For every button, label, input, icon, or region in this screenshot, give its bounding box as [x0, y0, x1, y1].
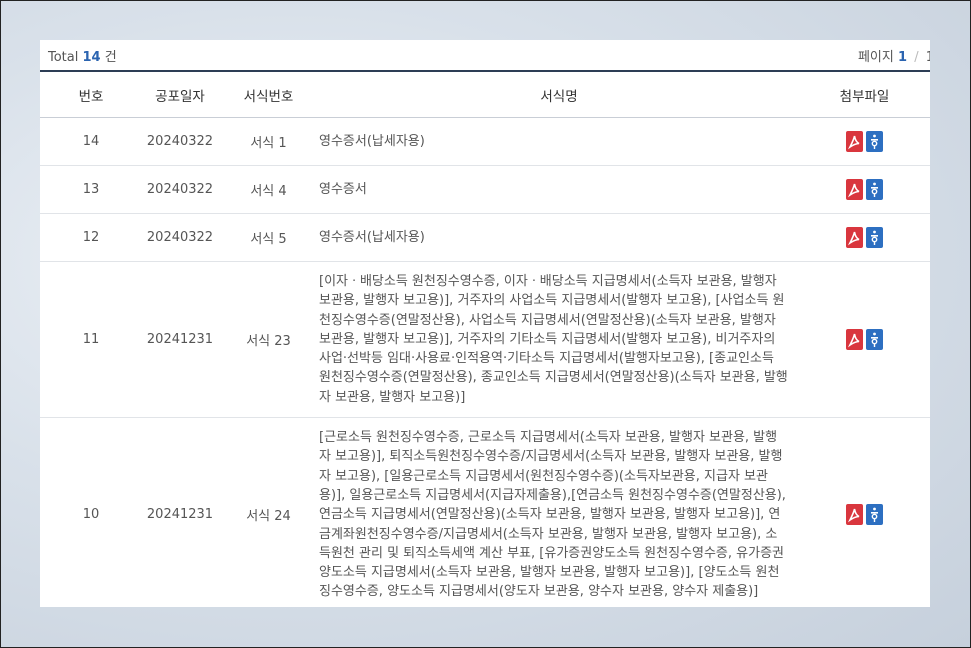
row-form-name[interactable]: 영수증서(납세자용) [319, 117, 799, 166]
total-count: Total 14 건 [48, 49, 117, 65]
pdf-file-icon[interactable] [846, 227, 863, 248]
table-header-row: 번호 공포일자 서식번호 서식명 첨부파일 [40, 70, 930, 118]
row-date: 20241231 [142, 261, 218, 419]
pdf-file-icon[interactable] [846, 329, 863, 351]
row-number: 10 [40, 417, 142, 607]
row-form-number: 서식 5 [218, 213, 319, 262]
row-form-number: 서식 24 [218, 417, 319, 607]
page-indicator: 페이지 1 / 1 [857, 49, 930, 65]
row-attachments [799, 213, 930, 262]
row-date: 20241231 [142, 417, 218, 607]
row-date: 20240322 [142, 165, 218, 214]
table-row[interactable]: 12 20240322 서식 5 영수증서(납세자용) [40, 213, 930, 262]
pdf-file-icon[interactable] [846, 504, 863, 526]
hwp-file-icon[interactable] [866, 131, 883, 152]
hwp-file-icon[interactable] [866, 329, 883, 351]
table-row[interactable]: 14 20240322 서식 1 영수증서(납세자용) [40, 117, 930, 166]
forms-table: 번호 공포일자 서식번호 서식명 첨부파일 14 20240322 서식 1 영수증서… [40, 70, 930, 607]
row-date: 20240322 [142, 213, 218, 262]
header-form-number: 서식번호 [218, 70, 319, 118]
hwp-file-icon[interactable] [866, 227, 883, 248]
row-attachments [799, 117, 930, 166]
row-form-number: 서식 1 [218, 117, 319, 166]
row-attachments [799, 417, 930, 607]
header-number: 번호 [40, 70, 142, 118]
row-number: 14 [40, 117, 142, 166]
row-number: 12 [40, 213, 142, 262]
hwp-file-icon[interactable] [866, 504, 883, 526]
form-list-panel: Total 14 건 페이지 1 / 1 번호 공포일자 서식번호 서식명 첨부… [40, 40, 930, 607]
header-attachment: 첨부파일 [799, 70, 930, 118]
row-form-name[interactable]: 영수증서 [319, 165, 799, 214]
header-date: 공포일자 [142, 70, 218, 118]
row-form-name[interactable]: 영수증서(납세자용) [319, 213, 799, 262]
row-form-name[interactable]: [근로소득 원천징수영수증, 근로소득 지급명세서(소득자 보관용, 발행자 보… [319, 417, 799, 607]
row-number: 11 [40, 261, 142, 419]
pdf-file-icon[interactable] [846, 179, 863, 200]
list-summary-bar: Total 14 건 페이지 1 / 1 [40, 40, 930, 70]
row-attachments [799, 261, 930, 419]
hwp-file-icon[interactable] [866, 179, 883, 200]
pdf-file-icon[interactable] [846, 131, 863, 152]
header-form-name: 서식명 [319, 70, 799, 118]
row-number: 13 [40, 165, 142, 214]
row-form-number: 서식 4 [218, 165, 319, 214]
table-row[interactable]: 11 20241231 서식 23 [이자ㆍ배당소득 원천징수영수증, 이자ㆍ배당소득… [40, 261, 930, 419]
table-row[interactable]: 13 20240322 서식 4 영수증서 [40, 165, 930, 214]
table-row[interactable]: 10 20241231 서식 24 [근로소득 원천징수영수증, 근로소득 지급명세서… [40, 417, 930, 607]
row-date: 20240322 [142, 117, 218, 166]
row-form-name[interactable]: [이자ㆍ배당소득 원천징수영수증, 이자ㆍ배당소득 지급명세서(소득자 보관용,… [319, 261, 799, 419]
row-attachments [799, 165, 930, 214]
row-form-number: 서식 23 [218, 261, 319, 419]
